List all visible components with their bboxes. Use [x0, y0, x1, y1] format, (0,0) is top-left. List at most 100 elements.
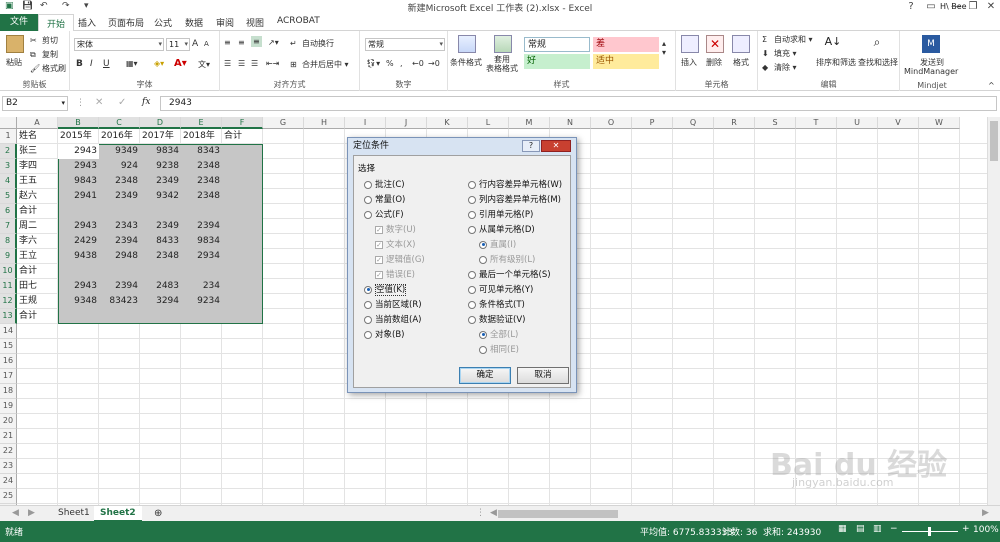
radio-icon[interactable]: [468, 180, 476, 189]
cell[interactable]: [222, 294, 263, 309]
cell[interactable]: [140, 264, 181, 279]
cell[interactable]: 王立: [17, 249, 58, 264]
radio-icon[interactable]: [364, 210, 372, 219]
column-header[interactable]: O: [591, 117, 632, 129]
cell[interactable]: 合计: [222, 129, 263, 144]
table-format-button[interactable]: 套用 表格格式: [486, 55, 518, 73]
cell[interactable]: 田七: [17, 279, 58, 294]
cell[interactable]: 2483: [140, 279, 181, 294]
sheet-tab-sheet2[interactable]: Sheet2: [94, 506, 142, 522]
zoom-slider-thumb[interactable]: [928, 527, 931, 536]
cell[interactable]: 924: [99, 159, 140, 174]
cell[interactable]: 2018年: [181, 129, 222, 144]
align-left-icon[interactable]: ☰: [224, 59, 231, 68]
cell[interactable]: 2943: [58, 279, 99, 294]
tab-review[interactable]: 审阅: [216, 16, 234, 29]
wrap-text-button[interactable]: ↵ 自动换行: [290, 38, 334, 49]
table-format-icon[interactable]: [494, 35, 512, 53]
status-average[interactable]: 平均值: 6775.833333: [640, 525, 733, 538]
radio-icon[interactable]: [364, 300, 372, 309]
cell[interactable]: 2349: [140, 174, 181, 189]
row-header[interactable]: 22: [0, 444, 17, 459]
cell[interactable]: 2349: [140, 219, 181, 234]
align-top-icon[interactable]: ≡: [224, 38, 231, 47]
row-header[interactable]: 25: [0, 489, 17, 504]
align-center-icon[interactable]: ☰: [238, 59, 245, 68]
insert-cells-icon[interactable]: [681, 35, 699, 53]
cell[interactable]: 周二: [17, 219, 58, 234]
cell[interactable]: 2934: [181, 249, 222, 264]
percent-button[interactable]: %: [386, 59, 394, 68]
tab-view[interactable]: 视图: [246, 16, 264, 29]
row-header[interactable]: 18: [0, 384, 17, 399]
column-header[interactable]: H: [304, 117, 345, 129]
cancel-button[interactable]: 取消: [517, 367, 569, 384]
tab-insert[interactable]: 插入: [78, 16, 96, 29]
paste-button[interactable]: 粘贴: [6, 57, 22, 68]
radio-right-3[interactable]: 从属单元格(D): [468, 223, 535, 235]
zoom-in-icon[interactable]: +: [962, 524, 970, 534]
column-header[interactable]: V: [878, 117, 919, 129]
cell[interactable]: 2943: [58, 219, 99, 234]
column-header[interactable]: F: [222, 117, 263, 129]
mindmanager-label[interactable]: MindManager: [904, 67, 958, 76]
align-bottom-icon[interactable]: ≡: [251, 36, 262, 47]
align-middle-icon[interactable]: ≡: [238, 38, 245, 47]
cell[interactable]: 2343: [99, 219, 140, 234]
column-header[interactable]: R: [714, 117, 755, 129]
sheet-tab-sheet1[interactable]: Sheet1: [52, 506, 96, 522]
format-painter-button[interactable]: 🖌︎ 格式刷: [30, 63, 66, 74]
cell[interactable]: 9348: [58, 294, 99, 309]
cell[interactable]: 2941: [58, 189, 99, 204]
radio-left-2[interactable]: 公式(F): [364, 208, 404, 220]
row-header[interactable]: 17: [0, 369, 17, 384]
radio-left-10[interactable]: 对象(B): [364, 328, 404, 340]
tab-file[interactable]: 文件: [0, 14, 38, 31]
collapse-ribbon-icon[interactable]: ^: [988, 81, 995, 90]
cell[interactable]: [181, 264, 222, 279]
row-header[interactable]: 16: [0, 354, 17, 369]
row-header[interactable]: 13: [0, 309, 17, 324]
tab-page-layout[interactable]: 页面布局: [108, 16, 144, 29]
cell[interactable]: [222, 279, 263, 294]
select-all-corner[interactable]: [0, 117, 17, 129]
number-format-combo[interactable]: 常规 ▾: [365, 38, 445, 51]
radio-icon[interactable]: [364, 330, 372, 339]
tab-home[interactable]: 开始: [38, 14, 75, 32]
close-icon[interactable]: ✕: [980, 0, 1000, 14]
cell[interactable]: 2429: [58, 234, 99, 249]
name-box[interactable]: B2 ▾: [2, 96, 68, 111]
cell[interactable]: 9234: [181, 294, 222, 309]
cell[interactable]: 9843: [58, 174, 99, 189]
style-neutral[interactable]: 适中: [593, 54, 659, 69]
binoculars-icon[interactable]: ⌕: [868, 35, 886, 53]
radio-right-1[interactable]: 列内容差异单元格(M): [468, 193, 561, 205]
column-header[interactable]: J: [386, 117, 427, 129]
cell[interactable]: 2394: [99, 234, 140, 249]
delete-cells-icon[interactable]: ✕: [706, 35, 724, 53]
increase-decimal-icon[interactable]: ←0: [412, 59, 424, 68]
cell[interactable]: [222, 174, 263, 189]
cell[interactable]: 2943: [58, 159, 99, 174]
formula-input[interactable]: 2943: [160, 96, 997, 111]
dialog-close-icon[interactable]: ✕: [541, 140, 571, 152]
cell[interactable]: 8433: [140, 234, 181, 249]
radio-icon[interactable]: [364, 285, 372, 294]
status-sum[interactable]: 求和: 243930: [763, 525, 821, 538]
zoom-out-icon[interactable]: −: [890, 524, 898, 534]
dialog-help-icon[interactable]: ?: [522, 140, 540, 152]
radio-right-8[interactable]: 条件格式(T): [468, 298, 525, 310]
grow-font-button[interactable]: A: [192, 39, 198, 49]
radio-icon[interactable]: [364, 180, 372, 189]
page-layout-view-icon[interactable]: ▤: [856, 524, 865, 534]
cell[interactable]: [58, 264, 99, 279]
cell[interactable]: 9834: [140, 144, 181, 159]
vertical-scrollbar[interactable]: [987, 117, 1000, 505]
cancel-entry-icon[interactable]: ✕: [95, 97, 103, 108]
page-break-view-icon[interactable]: ▥: [873, 524, 882, 534]
cell[interactable]: 合计: [17, 264, 58, 279]
comma-icon[interactable]: ,: [400, 59, 403, 68]
column-header[interactable]: K: [427, 117, 468, 129]
cell[interactable]: 2394: [99, 279, 140, 294]
insert-function-icon[interactable]: fx: [142, 97, 150, 107]
